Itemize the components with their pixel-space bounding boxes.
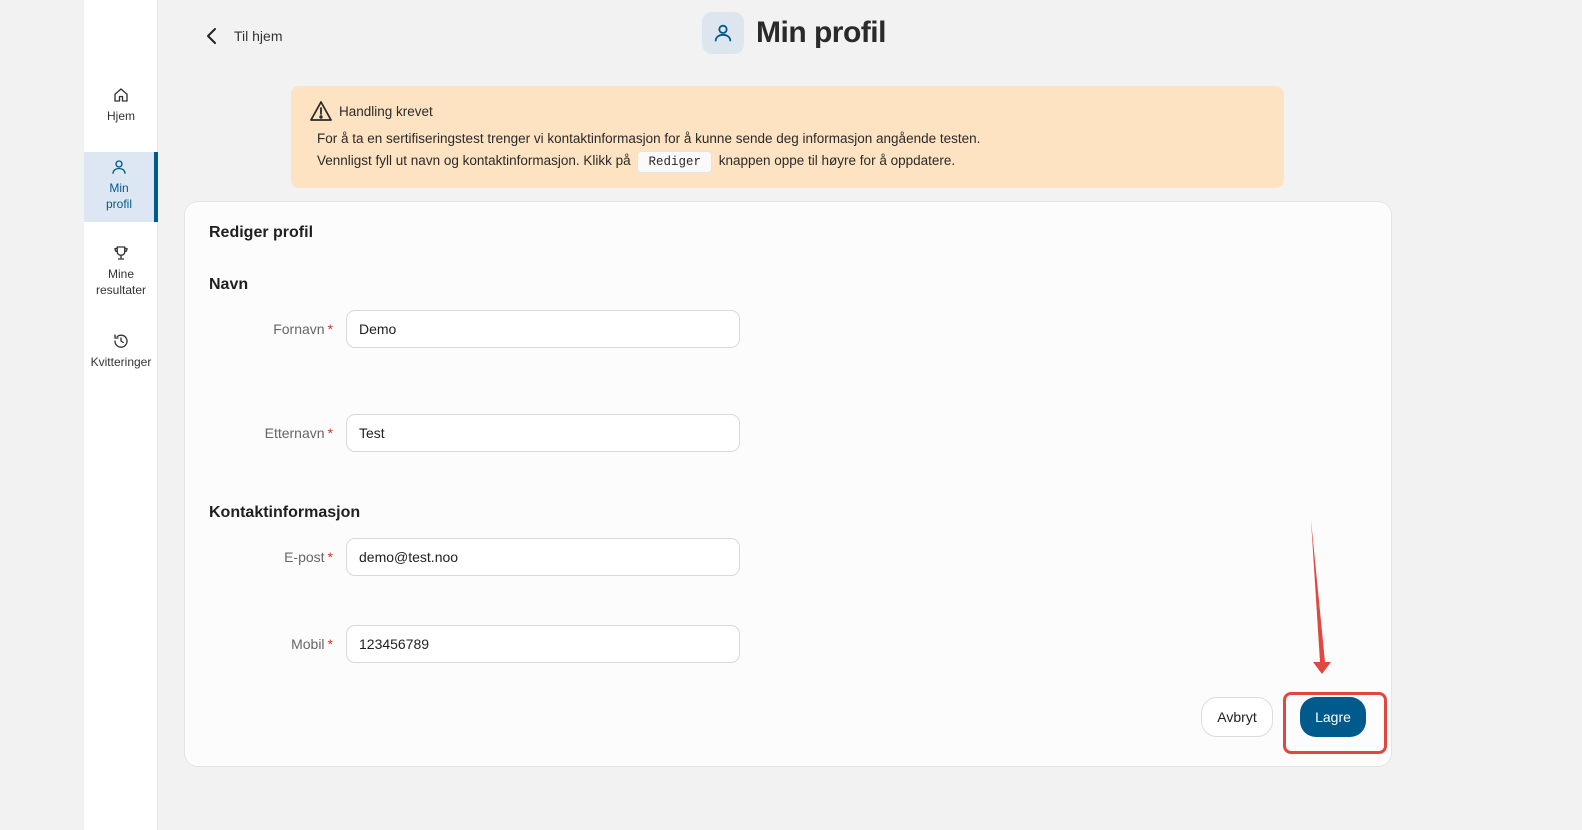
section-title-name: Navn (209, 276, 249, 293)
back-link[interactable]: Til hjem (204, 24, 283, 48)
history-icon (114, 334, 128, 348)
sidebar-item-results[interactable]: Mine resultater (84, 244, 158, 304)
alert-text-2-start: Vennligst fyll ut navn og kontaktinforma… (317, 153, 631, 168)
sidebar-item-home[interactable]: Hjem (84, 86, 158, 132)
first-name-label: Fornavn * (273, 321, 333, 337)
trophy-icon (114, 246, 128, 260)
first-name-input[interactable] (346, 310, 740, 348)
last-name-label: Etternavn * (264, 425, 333, 441)
cancel-button[interactable]: Avbryt (1201, 697, 1273, 737)
user-icon (112, 160, 126, 174)
sidebar-item-profile[interactable]: Min profil (84, 152, 158, 222)
sidebar: Hjem Min profil Mine resultater Kvitteri… (84, 0, 158, 830)
sidebar-item-label: Mine resultater (95, 267, 147, 297)
avatar (702, 12, 744, 54)
edit-profile-card: Rediger profil Navn Fornavn* Etternavn* … (184, 201, 1392, 767)
page-title: Min profil (756, 16, 886, 49)
chevron-left-icon (207, 28, 216, 44)
home-icon (114, 88, 128, 102)
last-name-input[interactable] (346, 414, 740, 452)
alert-banner: Handling krevet For å ta en sertifiserin… (291, 86, 1284, 188)
section-title-contact: Kontaktinformasjon (209, 504, 361, 521)
warning-icon (310, 101, 332, 121)
required-marker: * (327, 321, 333, 337)
mobile-input[interactable] (346, 625, 740, 663)
mobile-label: Mobil * (291, 636, 333, 652)
page-header: Min profil (702, 12, 886, 54)
code-chip-rediger: Rediger (637, 151, 712, 173)
sidebar-item-label: Min profil (105, 181, 132, 211)
sidebar-item-label: Hjem (106, 109, 135, 123)
email-label: E-post * (284, 549, 333, 565)
required-marker: * (327, 425, 333, 441)
alert-text-1: For å ta en sertifiseringstest trenger v… (317, 131, 981, 146)
annotation-arrow (1311, 520, 1331, 674)
card-title: Rediger profil (209, 224, 314, 241)
email-input[interactable] (346, 538, 740, 576)
alert-text-2: Vennligst fyll ut navn og kontaktinforma… (317, 150, 1264, 173)
back-link-label: Til hjem (234, 28, 283, 44)
alert-text-2-end: knappen oppe til høyre for å oppdatere. (718, 153, 956, 168)
required-marker: * (327, 636, 333, 652)
save-button[interactable]: Lagre (1300, 697, 1366, 737)
sidebar-item-receipts[interactable]: Kvitteringer (84, 332, 158, 372)
required-marker: * (327, 549, 333, 565)
user-icon (714, 24, 732, 42)
sidebar-item-label: Kvitteringer (90, 355, 152, 369)
alert-title: Handling krevet (339, 103, 433, 119)
